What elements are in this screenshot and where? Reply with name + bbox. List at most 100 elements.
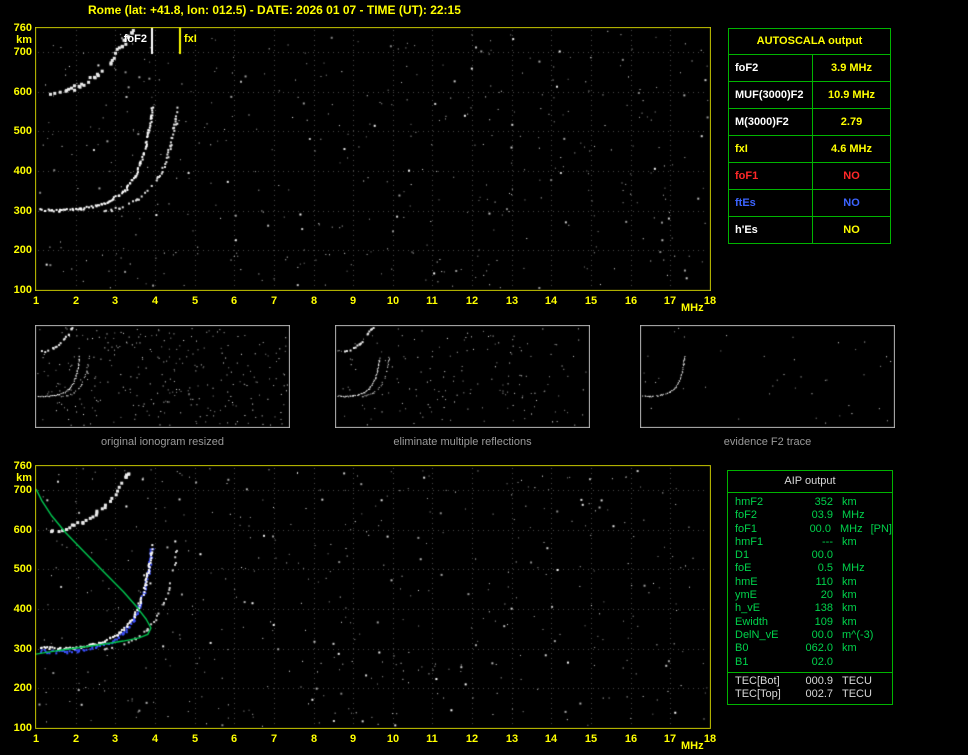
parameter-unit [833,656,842,669]
x-tick-label: 6 [230,295,238,307]
parameter-unit: MHz [842,509,865,522]
thumbnail-caption: original ionogram resized [101,436,224,448]
parameter-name: fxI [729,136,813,162]
autoscala-row: foF1 NO [729,163,890,190]
autoscala-row: M(3000)F2 2.79 [729,109,890,136]
x-axis-unit-label: MHz [681,740,704,752]
x-tick-label: 5 [191,295,199,307]
y-tick-label: 500 [13,125,32,137]
parameter-name: foF1 [735,522,758,535]
parameter-name: MUF(3000)F2 [729,82,813,108]
x-tick-label: 3 [111,733,119,745]
parameter-unit: km [842,602,857,615]
x-tick-label: 3 [111,295,119,307]
parameter-name: hmF2 [735,496,764,508]
parameter-value: --- [822,535,833,548]
parameter-unit: TECU [842,688,872,701]
y-tick-label: 500 [13,563,32,575]
thumbnail-original-ionogram [35,325,290,428]
parameter-name: B1 [735,655,749,668]
x-tick-label: 13 [505,733,519,745]
parameter-name: ftEs [729,190,813,216]
parameter-value: 109 [814,615,833,628]
x-tick-label: 7 [270,733,278,745]
aip-row: B0 062.0 km [728,642,892,655]
parameter-name: hmE [735,575,758,588]
parameter-name: hmF1 [735,535,764,548]
y-axis-unit-label: km [16,34,32,46]
aip-row: hmF1 --- km [728,536,892,549]
parameter-unit: MHz [839,522,863,535]
y-tick-label: 760 [13,460,32,472]
parameter-value: 2.79 [840,116,863,128]
x-tick-label: 17 [663,733,677,745]
autoscala-row: fxI 4.6 MHz [729,136,890,163]
parameter-name: foF1 [729,163,813,189]
parameter-unit: km [842,535,857,548]
aip-output-table: AIP output hmF2 352 km foF2 03.9 MHz foF1 00.0 M… [727,470,893,706]
aip-rows: hmF2 352 km foF2 03.9 MHz foF1 00.0 MHz [PN] hmF1 -… [728,493,892,672]
parameter-value: 00.0 [811,549,833,562]
parameter-name: foE [735,562,752,575]
x-tick-label: 15 [584,733,598,745]
aip-row: D1 00.0 [728,549,892,562]
parameter-name: TEC[Bot] [735,674,780,687]
x-tick-label: 6 [230,733,238,745]
y-tick-label: 200 [13,682,32,694]
thumbnail-multiple-reflections-removed [335,325,590,428]
thumbnail-caption: eliminate multiple reflections [393,436,532,448]
parameter-value: 352 [814,496,833,508]
autoscala-row: foF2 3.9 MHz [729,55,890,82]
parameter-value: 000.9 [805,674,833,687]
parameter-value: 002.7 [805,688,833,701]
parameter-unit [833,549,842,562]
x-tick-label: 1 [32,295,40,307]
y-tick-label: 700 [13,484,32,496]
parameter-name: DelN_vE [735,628,779,641]
parameter-unit: TECU [842,674,872,687]
aip-row: hmE 110 km [728,576,892,589]
y-tick-label: 600 [13,524,32,536]
x-tick-label: 10 [386,733,400,745]
thumbnail-f2-trace-evidence [640,325,895,428]
x-tick-label: 11 [426,733,438,745]
x-tick-label: 14 [544,733,558,745]
x-tick-label: 16 [624,733,638,745]
page-title: Rome (lat: +41.8, lon: 012.5) - DATE: 20… [88,3,461,17]
parameter-value: 03.9 [811,509,833,522]
parameter-name: D1 [735,549,750,562]
y-tick-label: 600 [13,86,32,98]
y-tick-label: 300 [13,205,32,217]
bottom-ionogram-plot [35,465,711,729]
parameter-value: NO [843,197,860,209]
parameter-unit: km [842,615,857,628]
x-tick-label: 7 [270,295,278,307]
aip-row: h_vE 138 km [728,602,892,615]
top-ionogram-plot [35,27,711,291]
autoscala-table-title: AUTOSCALA output [729,29,890,55]
x-tick-label: 17 [663,295,677,307]
parameter-value: 3.9 MHz [831,62,872,74]
parameter-flag: [PN] [870,522,892,535]
parameter-unit: MHz [842,562,865,575]
parameter-value: 20 [820,589,833,602]
parameter-name: Ewidth [735,615,769,628]
parameter-unit: km [842,642,857,655]
autoscala-row: ftEs NO [729,190,890,217]
parameter-name: foF2 [735,509,758,522]
aip-tec-rows: TEC[Bot] 000.9 TECU TEC[Top] 002.7 TECU [728,671,892,705]
y-tick-label: 400 [13,603,32,615]
autoscala-rows: foF2 3.9 MHz MUF(3000)F2 10.9 MHz M(3000)F2 2… [729,55,890,243]
x-tick-label: 1 [32,733,40,745]
aip-row: TEC[Top] 002.7 TECU [728,688,892,701]
parameter-name: h'Es [729,217,813,243]
parameter-unit: km [842,496,857,508]
parameter-name: TEC[Top] [735,688,781,701]
autoscala-row: h'Es NO [729,217,890,243]
x-tick-label: 12 [465,733,479,745]
aip-row: DelN_vE 00.0 m^(-3) [728,629,892,642]
foF2-marker-label: foF2 [123,33,147,45]
y-tick-label: 400 [13,165,32,177]
parameter-value: 138 [814,602,833,615]
parameter-value: 110 [815,575,833,588]
